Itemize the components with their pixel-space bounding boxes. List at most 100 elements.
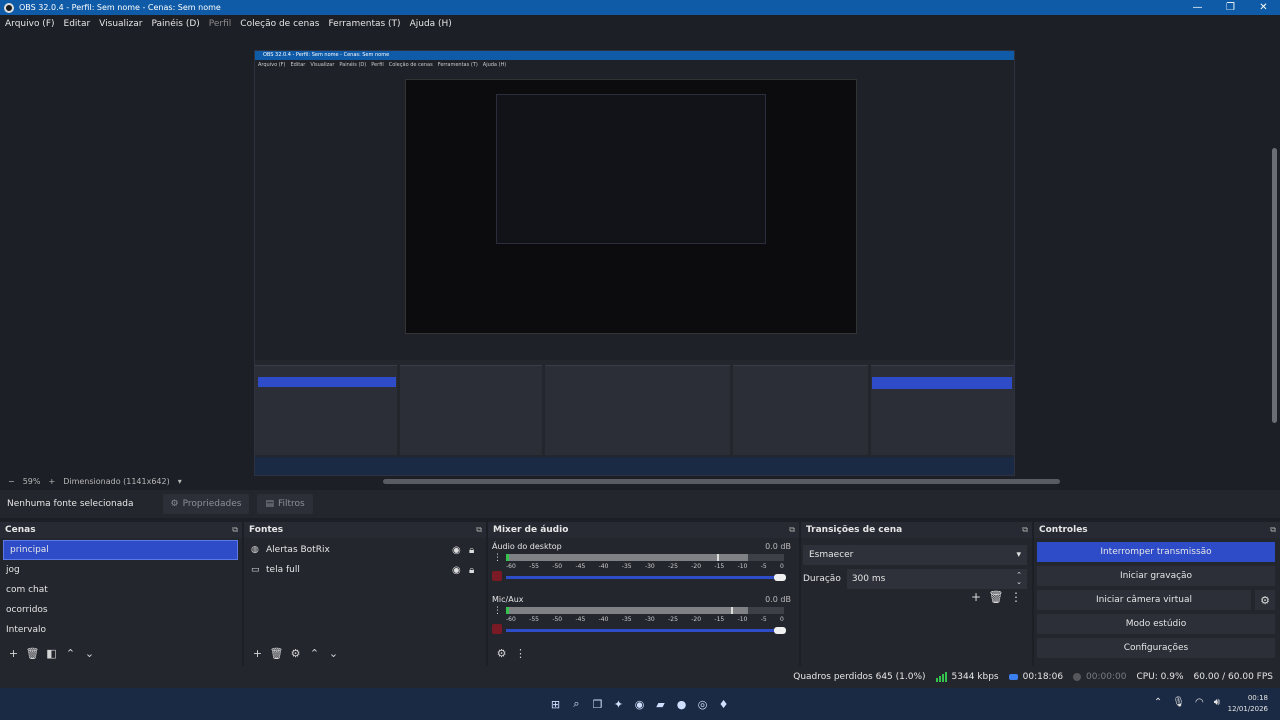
undock-icon[interactable]: ⧉ <box>789 525 795 535</box>
system-tray: ⌃ 🎙︎ ◠ 🔊︎ <box>1144 697 1220 708</box>
undock-icon[interactable]: ⧉ <box>232 525 238 535</box>
chevron-down-icon[interactable]: ▾ <box>178 477 182 486</box>
scene-item-com-chat[interactable]: com chat <box>0 580 242 600</box>
spin-arrows-icon[interactable]: ⌃ ⌄ <box>1016 572 1022 586</box>
minimize-button[interactable]: — <box>1181 0 1214 15</box>
slider-knob[interactable] <box>774 574 786 581</box>
add-icon[interactable]: + <box>966 590 986 604</box>
move-down-icon[interactable]: ⌄ <box>324 647 343 660</box>
properties-button[interactable]: ⚙ Propriedades <box>162 494 250 514</box>
trash-icon[interactable]: 🗑 <box>267 647 286 660</box>
chat-icon[interactable]: ◉ <box>629 695 650 713</box>
program-preview[interactable]: OBS 32.0.4 - Perfil: Sem nome - Cenas: S… <box>0 33 1280 476</box>
menu-paineis[interactable]: Painéis (D) <box>151 19 199 29</box>
undock-icon[interactable]: ⧉ <box>1022 525 1028 535</box>
mixer-header: Mixer de áudio ⧉ <box>488 522 799 538</box>
lock-icon[interactable]: 🔒︎ <box>469 565 486 576</box>
nested-menu-item: Arquivo (F) <box>258 62 286 68</box>
menu-editar[interactable]: Editar <box>64 19 91 29</box>
volume-slider[interactable] <box>506 627 786 634</box>
task-view-icon[interactable]: ❐ <box>587 695 608 713</box>
chevron-up-icon[interactable]: ⌃ <box>1154 697 1162 708</box>
menu-ferramentas[interactable]: Ferramentas (T) <box>328 19 400 29</box>
transition-select[interactable]: Esmaecer ▾ <box>803 545 1027 565</box>
clock[interactable]: 00:18 12/01/2026 <box>1228 693 1268 715</box>
undock-icon[interactable]: ⧉ <box>476 525 482 535</box>
gear-icon[interactable]: ⚙ <box>286 647 305 660</box>
close-button[interactable]: ✕ <box>1247 0 1280 15</box>
sources-panel: Fontes ⧉ ◍ Alertas BotRix ◉ 🔒︎ ▭ tela fu… <box>244 522 486 666</box>
duration-label: Duração <box>803 574 841 584</box>
mute-icon[interactable] <box>492 624 502 634</box>
obs-taskbar-icon[interactable]: ◎ <box>692 695 713 713</box>
menu-colecao-de-cenas[interactable]: Coleção de cenas <box>240 19 319 29</box>
meter-tick-label: -25 <box>668 616 678 623</box>
meter-green-segment <box>506 554 509 561</box>
studio-mode-button[interactable]: Modo estúdio <box>1037 614 1275 634</box>
zoom-in-button[interactable]: + <box>48 477 55 486</box>
preview-horizontal-scrollbar[interactable] <box>383 479 1060 484</box>
windows-start-icon[interactable]: ⊞ <box>545 695 566 713</box>
duration-value: 300 ms <box>851 574 886 584</box>
kebab-menu-icon[interactable]: ⋮ <box>493 606 502 616</box>
restore-button[interactable]: ❐ <box>1214 0 1247 15</box>
meter-ticks: -60 -55 -50 -45 -40 -35 -30 -25 -20 -15 -10 -5 0 <box>506 563 784 570</box>
mute-icon[interactable] <box>492 571 502 581</box>
add-icon[interactable]: + <box>4 647 23 660</box>
kebab-menu-icon[interactable]: ⋮ <box>1006 590 1026 604</box>
gear-icon[interactable]: ⚙ <box>1255 590 1275 610</box>
menu-ajuda[interactable]: Ajuda (H) <box>410 19 452 29</box>
meter-tick-label: -55 <box>529 616 539 623</box>
scene-item-ocorridos[interactable]: ocorridos <box>0 600 242 620</box>
stop-streaming-button[interactable]: Interromper transmissão <box>1037 542 1275 562</box>
scene-item-principal[interactable]: principal <box>3 540 238 560</box>
firefox-icon[interactable]: ● <box>671 695 692 713</box>
filter-icon[interactable]: ◧ <box>42 647 61 660</box>
eye-icon[interactable]: ◉ <box>452 545 469 556</box>
move-up-icon[interactable]: ⌃ <box>305 647 324 660</box>
start-recording-button[interactable]: Iniciar gravação <box>1037 566 1275 586</box>
add-icon[interactable]: + <box>248 647 267 660</box>
teams-icon[interactable]: ✦ <box>608 695 629 713</box>
trash-icon[interactable]: 🗑 <box>23 647 42 660</box>
app-icon[interactable]: ♦ <box>713 695 734 713</box>
zoom-out-button[interactable]: − <box>8 477 15 486</box>
move-up-icon[interactable]: ⌃ <box>61 647 80 660</box>
eye-icon[interactable]: ◉ <box>452 565 469 576</box>
source-item-alertas-botrix[interactable]: ◍ Alertas BotRix ◉ 🔒︎ <box>244 540 486 560</box>
undock-icon[interactable]: ⧉ <box>1270 525 1276 535</box>
slider-knob[interactable] <box>774 627 786 634</box>
filters-button[interactable]: ▤ Filtros <box>257 494 313 514</box>
preview-vertical-scrollbar[interactable] <box>1272 148 1277 423</box>
title-bar: OBS 32.0.4 - Perfil: Sem nome - Cenas: S… <box>0 0 1280 15</box>
source-item-tela-full[interactable]: ▭ tela full ◉ 🔒︎ <box>244 560 486 580</box>
advanced-audio-icon[interactable]: ⚙ <box>492 647 511 660</box>
scene-item-intervalo[interactable]: Intervalo <box>0 620 242 640</box>
trash-icon[interactable]: 🗑 <box>986 590 1006 604</box>
scale-mode[interactable]: Dimensionado (1141x642) <box>63 477 170 486</box>
menu-arquivo[interactable]: Arquivo (F) <box>5 19 55 29</box>
properties-label: Propriedades <box>182 499 242 509</box>
volume-meter <box>506 607 784 614</box>
file-explorer-icon[interactable]: ▰ <box>650 695 671 713</box>
settings-button[interactable]: Configurações <box>1037 638 1275 658</box>
scenes-title: Cenas <box>5 525 36 535</box>
speaker-icon[interactable]: 🔊︎ <box>1214 697 1220 708</box>
start-virtual-camera-button[interactable]: Iniciar câmera virtual <box>1037 590 1251 610</box>
search-icon[interactable]: ⌕ <box>566 695 587 713</box>
controls-panel: Controles ⧉ Interromper transmissão Inic… <box>1034 522 1280 666</box>
scene-item-jog[interactable]: jog <box>0 560 242 580</box>
kebab-menu-icon[interactable]: ⋮ <box>511 647 530 660</box>
transitions-panel: Transições de cena ⧉ Esmaecer ▾ Duração … <box>801 522 1032 666</box>
wifi-icon[interactable]: ◠ <box>1195 697 1204 708</box>
move-down-icon[interactable]: ⌄ <box>80 647 99 660</box>
microphone-icon[interactable]: 🎙︎ <box>1172 697 1185 708</box>
meter-tick-label: -35 <box>621 616 632 623</box>
menu-visualizar[interactable]: Visualizar <box>99 19 142 29</box>
lock-icon[interactable]: 🔒︎ <box>469 545 486 556</box>
menu-perfil[interactable]: Perfil <box>209 19 232 29</box>
duration-spinbox[interactable]: 300 ms ⌃ ⌄ <box>846 569 1027 589</box>
meter-green-segment <box>506 607 509 614</box>
volume-slider[interactable] <box>506 574 786 581</box>
kebab-menu-icon[interactable]: ⋮ <box>493 553 502 563</box>
